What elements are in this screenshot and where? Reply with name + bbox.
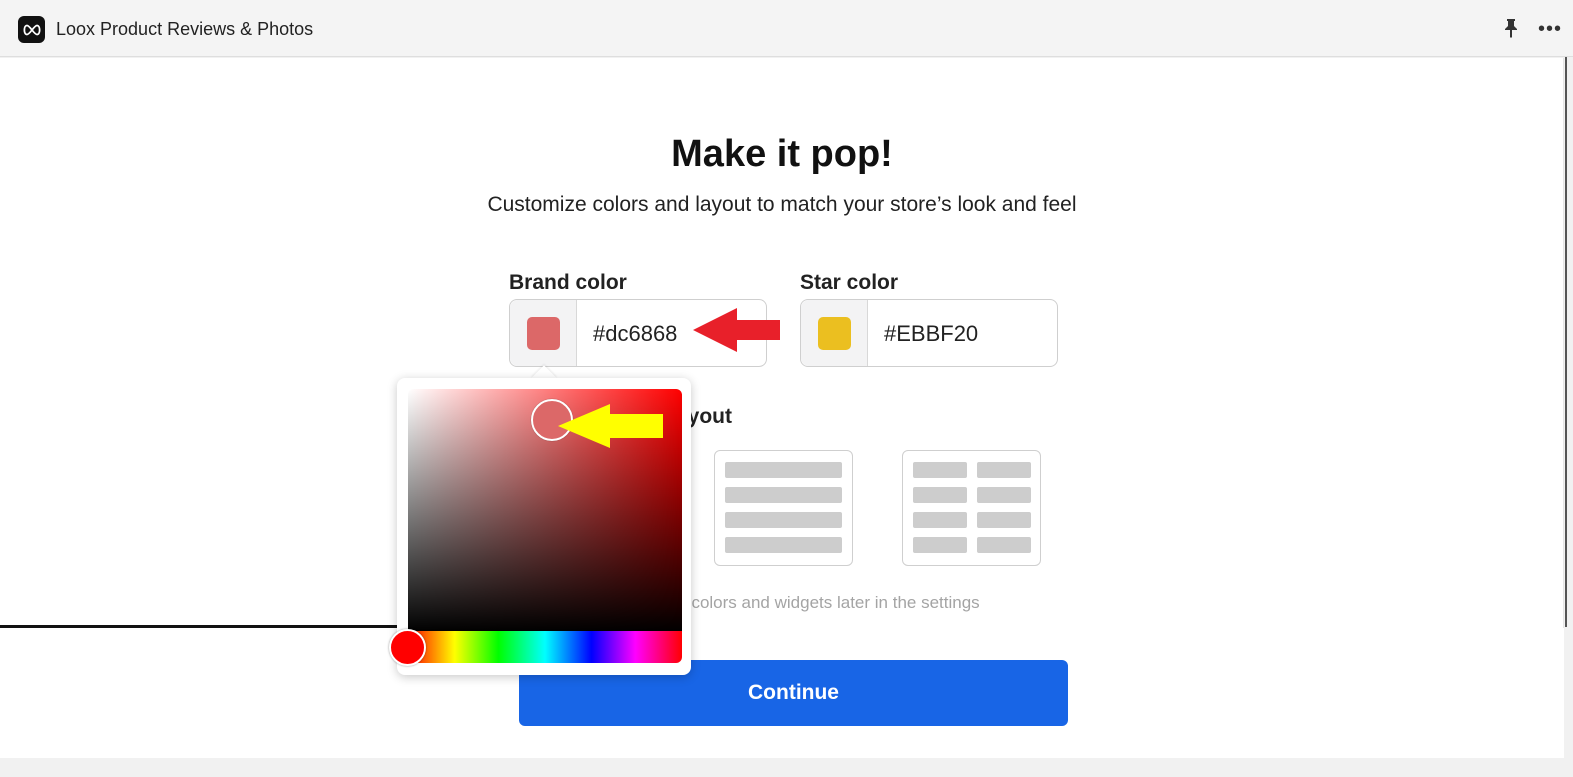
layout-bar	[913, 462, 967, 478]
red-arrow-annotation	[693, 308, 780, 352]
page-subtitle: Customize colors and layout to match you…	[487, 193, 1077, 216]
infinity-icon	[18, 16, 45, 43]
layout-bar	[977, 537, 1031, 553]
app-header: Loox Product Reviews & Photos •••	[0, 0, 1573, 57]
layout-bar	[977, 487, 1031, 503]
divider	[0, 625, 400, 628]
brand-color-label: Brand color	[509, 271, 627, 294]
grid-layout-option[interactable]	[902, 450, 1041, 566]
layout-bar	[725, 537, 842, 553]
brand-color-swatch-button[interactable]	[510, 300, 577, 366]
brand-color-swatch	[527, 317, 560, 350]
star-color-value[interactable]: #EBBF20	[884, 321, 978, 347]
layout-bar	[725, 462, 842, 478]
layout-bar	[725, 487, 842, 503]
hue-handle[interactable]	[389, 629, 426, 666]
star-color-label: Star color	[800, 271, 899, 294]
star-color-swatch-button[interactable]	[801, 300, 868, 366]
bottom-strip	[0, 758, 1573, 777]
layout-bar	[913, 487, 967, 503]
star-color-swatch	[818, 317, 851, 350]
layout-bar	[977, 512, 1031, 528]
scrollbar[interactable]	[1565, 57, 1567, 627]
brand-color-value[interactable]: #dc6868	[593, 321, 677, 347]
onboarding-panel: Make it pop! Customize colors and layout…	[0, 58, 1564, 628]
star-color-field[interactable]: #EBBF20	[800, 299, 1058, 367]
hue-slider[interactable]	[408, 631, 682, 663]
page-title: Make it pop!	[671, 133, 893, 175]
app-title: Loox Product Reviews & Photos	[56, 19, 314, 39]
layout-bar	[977, 462, 1031, 478]
settings-hint: ize colors and widgets later in the sett…	[665, 593, 980, 612]
layout-bar	[913, 512, 967, 528]
layout-bar	[913, 537, 967, 553]
list-layout-option[interactable]	[714, 450, 853, 566]
yellow-arrow-annotation	[558, 404, 663, 448]
pin-icon[interactable]	[1502, 17, 1520, 39]
more-options-icon[interactable]: •••	[1538, 19, 1562, 39]
layout-bar	[725, 512, 842, 528]
